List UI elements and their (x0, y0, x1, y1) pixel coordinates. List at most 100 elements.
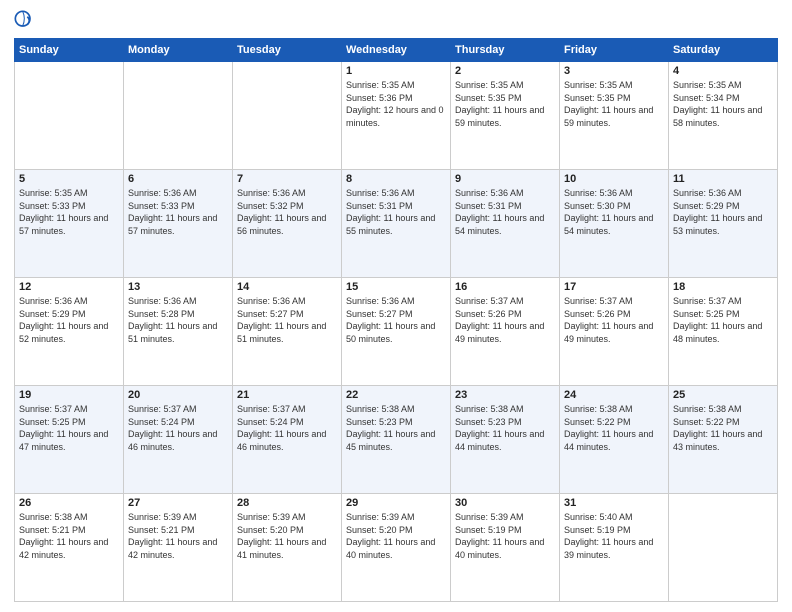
day-number: 23 (455, 389, 555, 401)
day-info: Sunrise: 5:38 AM Sunset: 5:21 PM Dayligh… (19, 511, 119, 561)
day-number: 15 (346, 281, 446, 293)
day-info: Sunrise: 5:39 AM Sunset: 5:19 PM Dayligh… (455, 511, 555, 561)
day-number: 26 (19, 497, 119, 509)
day-info: Sunrise: 5:35 AM Sunset: 5:35 PM Dayligh… (455, 79, 555, 129)
logo (14, 10, 38, 30)
day-number: 16 (455, 281, 555, 293)
weekday-header-thursday: Thursday (451, 39, 560, 62)
calendar-cell: 2 Sunrise: 5:35 AM Sunset: 5:35 PM Daylig… (451, 62, 560, 170)
day-number: 12 (19, 281, 119, 293)
day-number: 30 (455, 497, 555, 509)
day-info: Sunrise: 5:36 AM Sunset: 5:31 PM Dayligh… (346, 187, 446, 237)
day-info: Sunrise: 5:36 AM Sunset: 5:27 PM Dayligh… (346, 295, 446, 345)
calendar-cell: 8 Sunrise: 5:36 AM Sunset: 5:31 PM Daylig… (342, 170, 451, 278)
day-number: 3 (564, 65, 664, 77)
day-number: 21 (237, 389, 337, 401)
day-number: 19 (19, 389, 119, 401)
weekday-header-saturday: Saturday (669, 39, 778, 62)
weekday-header-monday: Monday (124, 39, 233, 62)
day-number: 2 (455, 65, 555, 77)
day-number: 13 (128, 281, 228, 293)
calendar-cell (233, 62, 342, 170)
calendar-cell: 4 Sunrise: 5:35 AM Sunset: 5:34 PM Daylig… (669, 62, 778, 170)
day-number: 9 (455, 173, 555, 185)
day-number: 4 (673, 65, 773, 77)
day-info: Sunrise: 5:38 AM Sunset: 5:22 PM Dayligh… (673, 403, 773, 453)
logo-icon (14, 10, 34, 30)
calendar-cell: 31 Sunrise: 5:40 AM Sunset: 5:19 PM Dayli… (560, 494, 669, 602)
day-info: Sunrise: 5:37 AM Sunset: 5:26 PM Dayligh… (455, 295, 555, 345)
calendar-cell: 5 Sunrise: 5:35 AM Sunset: 5:33 PM Daylig… (15, 170, 124, 278)
day-info: Sunrise: 5:38 AM Sunset: 5:23 PM Dayligh… (455, 403, 555, 453)
day-number: 28 (237, 497, 337, 509)
calendar-cell: 28 Sunrise: 5:39 AM Sunset: 5:20 PM Dayli… (233, 494, 342, 602)
day-number: 31 (564, 497, 664, 509)
day-number: 27 (128, 497, 228, 509)
day-info: Sunrise: 5:39 AM Sunset: 5:20 PM Dayligh… (237, 511, 337, 561)
calendar-week-4: 19 Sunrise: 5:37 AM Sunset: 5:25 PM Dayli… (15, 386, 778, 494)
day-info: Sunrise: 5:37 AM Sunset: 5:24 PM Dayligh… (237, 403, 337, 453)
day-number: 24 (564, 389, 664, 401)
day-number: 8 (346, 173, 446, 185)
day-number: 5 (19, 173, 119, 185)
day-info: Sunrise: 5:37 AM Sunset: 5:25 PM Dayligh… (19, 403, 119, 453)
day-info: Sunrise: 5:36 AM Sunset: 5:31 PM Dayligh… (455, 187, 555, 237)
calendar-week-3: 12 Sunrise: 5:36 AM Sunset: 5:29 PM Dayli… (15, 278, 778, 386)
day-info: Sunrise: 5:39 AM Sunset: 5:21 PM Dayligh… (128, 511, 228, 561)
day-info: Sunrise: 5:37 AM Sunset: 5:26 PM Dayligh… (564, 295, 664, 345)
calendar-cell: 15 Sunrise: 5:36 AM Sunset: 5:27 PM Dayli… (342, 278, 451, 386)
calendar-cell: 25Sunrise: 5:38 AM Sunset: 5:22 PM Dayli… (669, 386, 778, 494)
calendar-cell: 3 Sunrise: 5:35 AM Sunset: 5:35 PM Daylig… (560, 62, 669, 170)
calendar-cell: 12 Sunrise: 5:36 AM Sunset: 5:29 PM Dayli… (15, 278, 124, 386)
calendar-cell: 24Sunrise: 5:38 AM Sunset: 5:22 PM Dayli… (560, 386, 669, 494)
calendar-week-2: 5 Sunrise: 5:35 AM Sunset: 5:33 PM Daylig… (15, 170, 778, 278)
calendar-cell: 7 Sunrise: 5:36 AM Sunset: 5:32 PM Daylig… (233, 170, 342, 278)
day-info: Sunrise: 5:38 AM Sunset: 5:23 PM Dayligh… (346, 403, 446, 453)
day-info: Sunrise: 5:37 AM Sunset: 5:24 PM Dayligh… (128, 403, 228, 453)
weekday-header-friday: Friday (560, 39, 669, 62)
weekday-header-wednesday: Wednesday (342, 39, 451, 62)
day-info: Sunrise: 5:36 AM Sunset: 5:30 PM Dayligh… (564, 187, 664, 237)
weekday-header-tuesday: Tuesday (233, 39, 342, 62)
calendar-cell: 23 Sunrise: 5:38 AM Sunset: 5:23 PM Dayli… (451, 386, 560, 494)
calendar-cell: 6Sunrise: 5:36 AM Sunset: 5:33 PM Daylig… (124, 170, 233, 278)
day-info: Sunrise: 5:35 AM Sunset: 5:34 PM Dayligh… (673, 79, 773, 129)
calendar-cell: 26 Sunrise: 5:38 AM Sunset: 5:21 PM Dayli… (15, 494, 124, 602)
day-number: 10 (564, 173, 664, 185)
day-info: Sunrise: 5:35 AM Sunset: 5:35 PM Dayligh… (564, 79, 664, 129)
day-number: 22 (346, 389, 446, 401)
calendar-cell: 20 Sunrise: 5:37 AM Sunset: 5:24 PM Dayli… (124, 386, 233, 494)
weekday-header-sunday: Sunday (15, 39, 124, 62)
calendar-cell (669, 494, 778, 602)
day-number: 18 (673, 281, 773, 293)
header (14, 10, 778, 30)
calendar-cell: 21 Sunrise: 5:37 AM Sunset: 5:24 PM Dayli… (233, 386, 342, 494)
day-info: Sunrise: 5:39 AM Sunset: 5:20 PM Dayligh… (346, 511, 446, 561)
calendar-cell: 30 Sunrise: 5:39 AM Sunset: 5:19 PM Dayli… (451, 494, 560, 602)
day-number: 6 (128, 173, 228, 185)
day-number: 11 (673, 173, 773, 185)
day-number: 20 (128, 389, 228, 401)
day-info: Sunrise: 5:36 AM Sunset: 5:28 PM Dayligh… (128, 295, 228, 345)
day-info: Sunrise: 5:40 AM Sunset: 5:19 PM Dayligh… (564, 511, 664, 561)
day-info: Sunrise: 5:36 AM Sunset: 5:29 PM Dayligh… (673, 187, 773, 237)
day-number: 17 (564, 281, 664, 293)
calendar-cell: 10 Sunrise: 5:36 AM Sunset: 5:30 PM Dayli… (560, 170, 669, 278)
day-number: 7 (237, 173, 337, 185)
calendar-cell: 27 Sunrise: 5:39 AM Sunset: 5:21 PM Dayli… (124, 494, 233, 602)
day-info: Sunrise: 5:37 AM Sunset: 5:25 PM Dayligh… (673, 295, 773, 345)
calendar-cell (15, 62, 124, 170)
calendar-cell: 14Sunrise: 5:36 AM Sunset: 5:27 PM Dayli… (233, 278, 342, 386)
day-info: Sunrise: 5:35 AM Sunset: 5:36 PM Dayligh… (346, 79, 446, 129)
day-number: 1 (346, 65, 446, 77)
calendar-table: SundayMondayTuesdayWednesdayThursdayFrid… (14, 38, 778, 602)
day-info: Sunrise: 5:36 AM Sunset: 5:32 PM Dayligh… (237, 187, 337, 237)
calendar-cell: 9 Sunrise: 5:36 AM Sunset: 5:31 PM Daylig… (451, 170, 560, 278)
calendar-cell: 11 Sunrise: 5:36 AM Sunset: 5:29 PM Dayli… (669, 170, 778, 278)
day-number: 29 (346, 497, 446, 509)
calendar-cell: 22 Sunrise: 5:38 AM Sunset: 5:23 PM Dayli… (342, 386, 451, 494)
calendar-cell: 16 Sunrise: 5:37 AM Sunset: 5:26 PM Dayli… (451, 278, 560, 386)
day-info: Sunrise: 5:36 AM Sunset: 5:29 PM Dayligh… (19, 295, 119, 345)
day-info: Sunrise: 5:35 AM Sunset: 5:33 PM Dayligh… (19, 187, 119, 237)
day-number: 14 (237, 281, 337, 293)
